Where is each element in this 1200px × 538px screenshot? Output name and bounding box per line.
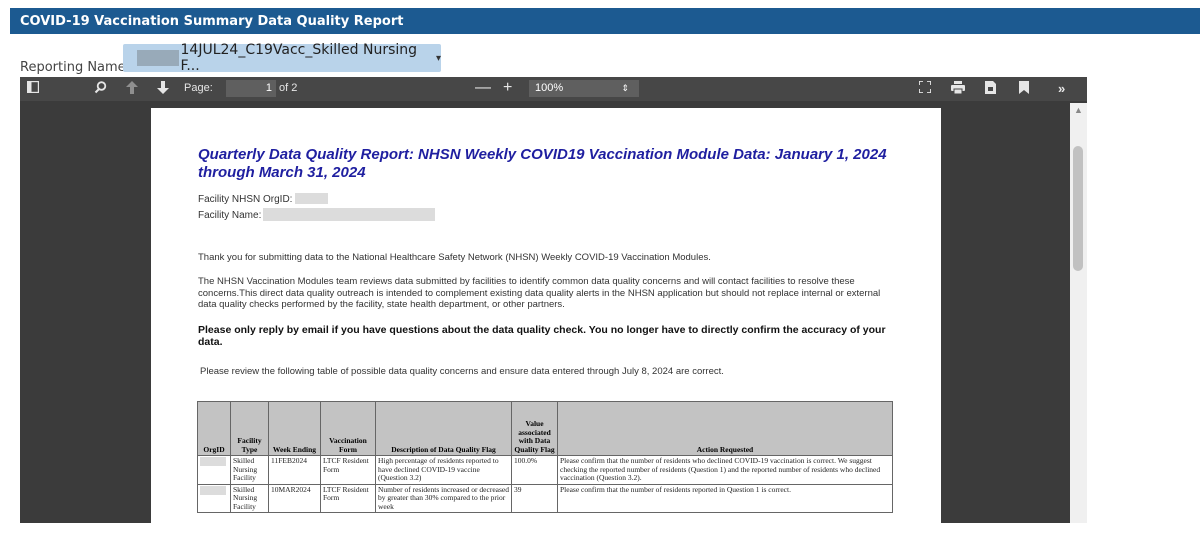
cell-week-ending: 10MAR2024 — [268, 483, 321, 513]
intro-paragraph: Thank you for submitting data to the Nat… — [198, 252, 711, 263]
pdf-toolbar: Page: 1 of 2 — + 100% ⇕ » — [20, 77, 1087, 101]
document-title: Quarterly Data Quality Report: NHSN Week… — [198, 146, 887, 181]
redacted-orgid-cell — [200, 457, 226, 466]
facility-orgid-label: Facility NHSN OrgID: — [198, 194, 293, 205]
facility-name-label: Facility Name: — [198, 210, 262, 221]
cell-description: Number of residents increased or decreas… — [375, 483, 512, 513]
app-title-bar: COVID-19 Vaccination Summary Data Qualit… — [10, 8, 1200, 34]
table-row: Skilled Nursing Facility 10MAR2024 LTCF … — [197, 483, 893, 513]
team-paragraph: The NHSN Vaccination Modules team review… — [198, 276, 881, 310]
cell-facility-type: Skilled Nursing Facility — [230, 455, 269, 485]
header-action: Action Requested — [557, 401, 893, 456]
zoom-value: 100% — [535, 82, 564, 94]
scroll-up-icon[interactable]: ▲ — [1074, 105, 1083, 115]
vertical-scrollbar[interactable]: ▲ — [1070, 103, 1087, 523]
download-icon[interactable] — [985, 81, 996, 98]
page-number-input[interactable]: 1 — [226, 80, 276, 97]
prev-page-icon[interactable] — [126, 81, 138, 98]
cell-form: LTCF Resident Form — [320, 455, 376, 485]
page-label: Page: — [184, 82, 213, 94]
table-header-row: OrgID Facility Type Week Ending Vaccinat… — [197, 401, 893, 456]
cell-facility-type: Skilled Nursing Facility — [230, 483, 269, 513]
zoom-select[interactable]: 100% ⇕ — [529, 80, 639, 97]
redacted-orgid — [295, 193, 328, 204]
page-count: of 2 — [279, 82, 298, 94]
reporting-name-select[interactable]: 14JUL24_C19Vacc_Skilled Nursing F... ▾ — [123, 42, 441, 74]
cell-action: Please confirm that the number of reside… — [557, 455, 893, 485]
fullscreen-icon[interactable] — [918, 80, 932, 97]
header-facility-type: Facility Type — [230, 401, 269, 456]
chevron-down-icon: ▾ — [435, 52, 441, 64]
cell-value: 39 — [511, 483, 558, 513]
table-row: Skilled Nursing Facility 11FEB2024 LTCF … — [197, 455, 893, 485]
zoom-in-icon[interactable]: + — [503, 79, 512, 97]
cell-description: High percentage of residents reported to… — [375, 455, 512, 485]
header-week-ending: Week Ending — [268, 401, 321, 456]
header-description: Description of Data Quality Flag — [375, 401, 512, 456]
bookmark-icon[interactable] — [1019, 81, 1029, 98]
header-vaccination-form: Vaccination Form — [320, 401, 376, 456]
more-tools-icon[interactable]: » — [1058, 81, 1065, 97]
redacted-orgid-cell — [200, 485, 226, 495]
email-notice: Please only reply by email if you have q… — [198, 324, 886, 348]
scrollbar-thumb[interactable] — [1073, 146, 1083, 271]
header-orgid: OrgID — [197, 401, 231, 456]
cell-form: LTCF Resident Form — [320, 483, 376, 513]
redacted-facility-name — [263, 208, 435, 221]
print-icon[interactable] — [951, 81, 965, 98]
cell-week-ending: 11FEB2024 — [268, 455, 321, 485]
header-value: Value associated with Data Quality Flag — [511, 401, 558, 456]
sidebar-toggle-icon[interactable] — [26, 80, 40, 97]
data-quality-table: OrgID Facility Type Week Ending Vaccinat… — [197, 401, 893, 513]
zoom-out-icon[interactable]: — — [475, 79, 491, 97]
select-arrows-icon: ⇕ — [621, 83, 629, 93]
search-icon[interactable] — [94, 81, 107, 98]
next-page-icon[interactable] — [157, 81, 169, 98]
reporting-name-value: 14JUL24_C19Vacc_Skilled Nursing F... — [180, 42, 418, 74]
redacted-block — [137, 50, 179, 66]
cell-value: 100.0% — [511, 455, 558, 485]
reporting-name-label: Reporting Name: — [20, 60, 131, 75]
app-title: COVID-19 Vaccination Summary Data Qualit… — [20, 14, 404, 29]
cell-action: Please confirm that the number of reside… — [557, 483, 893, 513]
review-paragraph: Please review the following table of pos… — [200, 366, 724, 377]
